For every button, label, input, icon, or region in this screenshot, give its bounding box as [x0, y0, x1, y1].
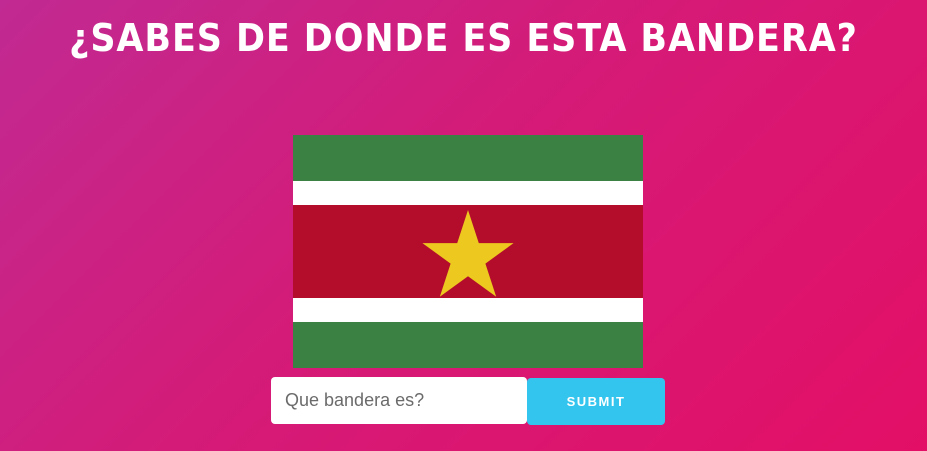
- flag-image: [293, 135, 643, 368]
- guess-form: SUBMIT: [271, 377, 665, 425]
- submit-button[interactable]: SUBMIT: [527, 378, 665, 425]
- flag-green-top: [293, 135, 643, 181]
- flag-white-bottom: [293, 298, 643, 322]
- guess-input[interactable]: [271, 377, 527, 424]
- suriname-flag-icon: [293, 135, 643, 368]
- flag-green-bottom: [293, 322, 643, 368]
- flag-white-top: [293, 181, 643, 205]
- page-title: ¿SABES DE DONDE ES ESTA BANDERA?: [69, 16, 858, 60]
